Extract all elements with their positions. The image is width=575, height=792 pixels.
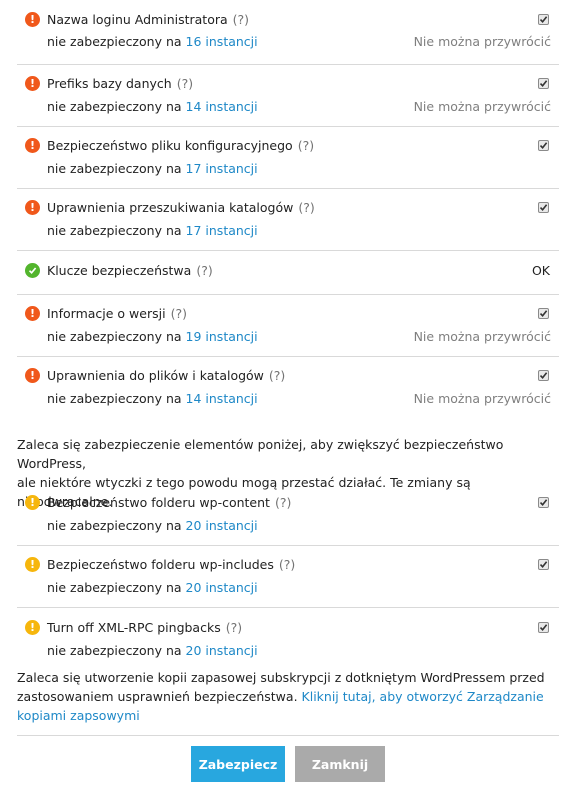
- item-title: Uprawnienia przeszukiwania katalogów: [47, 199, 294, 215]
- help-link[interactable]: (?): [226, 620, 242, 635]
- security-item-db-prefix: ! Prefiks bazy danych (?) nie zabezpiecz…: [17, 65, 559, 127]
- checkmark-icon: [539, 79, 548, 87]
- item-checkbox[interactable]: [538, 13, 549, 25]
- help-link[interactable]: (?): [275, 495, 291, 510]
- item-checkbox[interactable]: [538, 139, 549, 151]
- checkmark-icon: [539, 203, 548, 211]
- security-item-version-info: ! Informacje o wersji (?) nie zabezpiecz…: [17, 295, 559, 357]
- item-status: nie zabezpieczony na: [47, 579, 182, 595]
- help-link[interactable]: (?): [279, 557, 295, 572]
- restore-note: Nie można przywrócić: [413, 390, 551, 406]
- checkmark-icon: [539, 309, 548, 317]
- checkmark-icon: [539, 15, 548, 23]
- item-status: nie zabezpieczony na: [47, 642, 182, 658]
- item-status: nie zabezpieczony na: [47, 98, 182, 114]
- item-title: Klucze bezpieczeństwa: [47, 262, 192, 278]
- item-title: Uprawnienia do plików i katalogów: [47, 367, 264, 383]
- item-title: Nazwa loginu Administratora: [47, 11, 228, 27]
- item-title: Prefiks bazy danych: [47, 75, 172, 91]
- item-title: Bezpieczeństwo pliku konfiguracyjnego: [47, 137, 293, 153]
- item-status: nie zabezpieczony na: [47, 160, 182, 176]
- item-checkbox[interactable]: [538, 621, 549, 633]
- instances-link[interactable]: 14 instancji: [186, 99, 258, 114]
- item-checkbox[interactable]: [538, 496, 549, 508]
- divider: [17, 735, 559, 736]
- backup-management-link[interactable]: Kliknij tutaj, aby otworzyć Zarządzanie: [302, 689, 544, 704]
- help-link[interactable]: (?): [171, 306, 187, 321]
- secure-button[interactable]: Zabezpiecz: [191, 746, 285, 782]
- restore-note: Nie można przywrócić: [413, 328, 551, 344]
- instances-link[interactable]: 19 instancji: [186, 329, 258, 344]
- security-dialog: ! Nazwa loginu Administratora (?) nie za…: [0, 0, 575, 792]
- item-status: nie zabezpieczony na: [47, 517, 182, 533]
- security-item-wp-content: ! Bezpieczeństwo folderu wp-content (?) …: [17, 485, 559, 546]
- checkmark-icon: [539, 498, 548, 506]
- security-item-wp-includes: ! Bezpieczeństwo folderu wp-includes (?)…: [17, 546, 559, 608]
- backup-recommendation: Zaleca się utworzenie kopii zapasowej su…: [17, 670, 545, 723]
- restore-note: Nie można przywrócić: [413, 33, 551, 49]
- checkmark-icon: [539, 623, 548, 631]
- item-title: Bezpieczeństwo folderu wp-includes: [47, 556, 274, 572]
- item-checkbox[interactable]: [538, 558, 549, 570]
- item-title: Informacje o wersji: [47, 305, 166, 321]
- backup-management-link-cont[interactable]: kopiami zapsowymi: [17, 708, 140, 723]
- instances-link[interactable]: 17 instancji: [186, 223, 258, 238]
- item-title: Bezpieczeństwo folderu wp-content: [47, 494, 270, 510]
- close-button[interactable]: Zamknij: [295, 746, 385, 782]
- item-checkbox[interactable]: [538, 369, 549, 381]
- item-status: nie zabezpieczony na: [47, 390, 182, 406]
- item-checkbox[interactable]: [538, 77, 549, 89]
- error-icon: !: [25, 75, 40, 91]
- help-link[interactable]: (?): [269, 368, 285, 383]
- security-item-config-file: ! Bezpieczeństwo pliku konfiguracyjnego …: [17, 127, 559, 189]
- error-icon: !: [25, 11, 40, 27]
- error-icon: !: [25, 199, 40, 215]
- restore-note: Nie można przywrócić: [413, 98, 551, 114]
- item-title: Turn off XML-RPC pingbacks: [47, 619, 221, 635]
- item-checkbox[interactable]: [538, 307, 549, 319]
- error-icon: !: [25, 367, 40, 383]
- instances-link[interactable]: 20 instancji: [186, 518, 258, 533]
- checkmark-icon: [539, 371, 548, 379]
- warning-icon: !: [25, 494, 40, 510]
- error-icon: !: [25, 137, 40, 153]
- status-ok: OK: [531, 262, 550, 278]
- security-item-security-keys: Klucze bezpieczeństwa (?) OK: [17, 251, 559, 295]
- help-link[interactable]: (?): [196, 263, 212, 278]
- warning-icon: !: [25, 556, 40, 572]
- security-item-admin-login: ! Nazwa loginu Administratora (?) nie za…: [17, 4, 559, 65]
- security-item-xmlrpc: ! Turn off XML-RPC pingbacks (?) nie zab…: [17, 608, 559, 664]
- item-status: nie zabezpieczony na: [47, 222, 182, 238]
- instances-link[interactable]: 16 instancji: [186, 34, 258, 49]
- error-icon: !: [25, 305, 40, 321]
- warning-icon: !: [25, 619, 40, 635]
- instances-link[interactable]: 20 instancji: [186, 643, 258, 658]
- item-status: nie zabezpieczony na: [47, 33, 182, 49]
- help-link[interactable]: (?): [233, 12, 249, 27]
- help-link[interactable]: (?): [298, 138, 314, 153]
- instances-link[interactable]: 20 instancji: [186, 580, 258, 595]
- check-circle-icon: [25, 262, 40, 278]
- checkmark-icon: [539, 560, 548, 568]
- security-item-file-permissions: ! Uprawnienia do plików i katalogów (?) …: [17, 357, 559, 419]
- item-checkbox[interactable]: [538, 201, 549, 213]
- help-link[interactable]: (?): [177, 76, 193, 91]
- item-status: nie zabezpieczony na: [47, 328, 182, 344]
- security-item-directory-browsing: ! Uprawnienia przeszukiwania katalogów (…: [17, 189, 559, 251]
- instances-link[interactable]: 14 instancji: [186, 391, 258, 406]
- help-link[interactable]: (?): [298, 200, 314, 215]
- instances-link[interactable]: 17 instancji: [186, 161, 258, 176]
- checkmark-icon: [539, 141, 548, 149]
